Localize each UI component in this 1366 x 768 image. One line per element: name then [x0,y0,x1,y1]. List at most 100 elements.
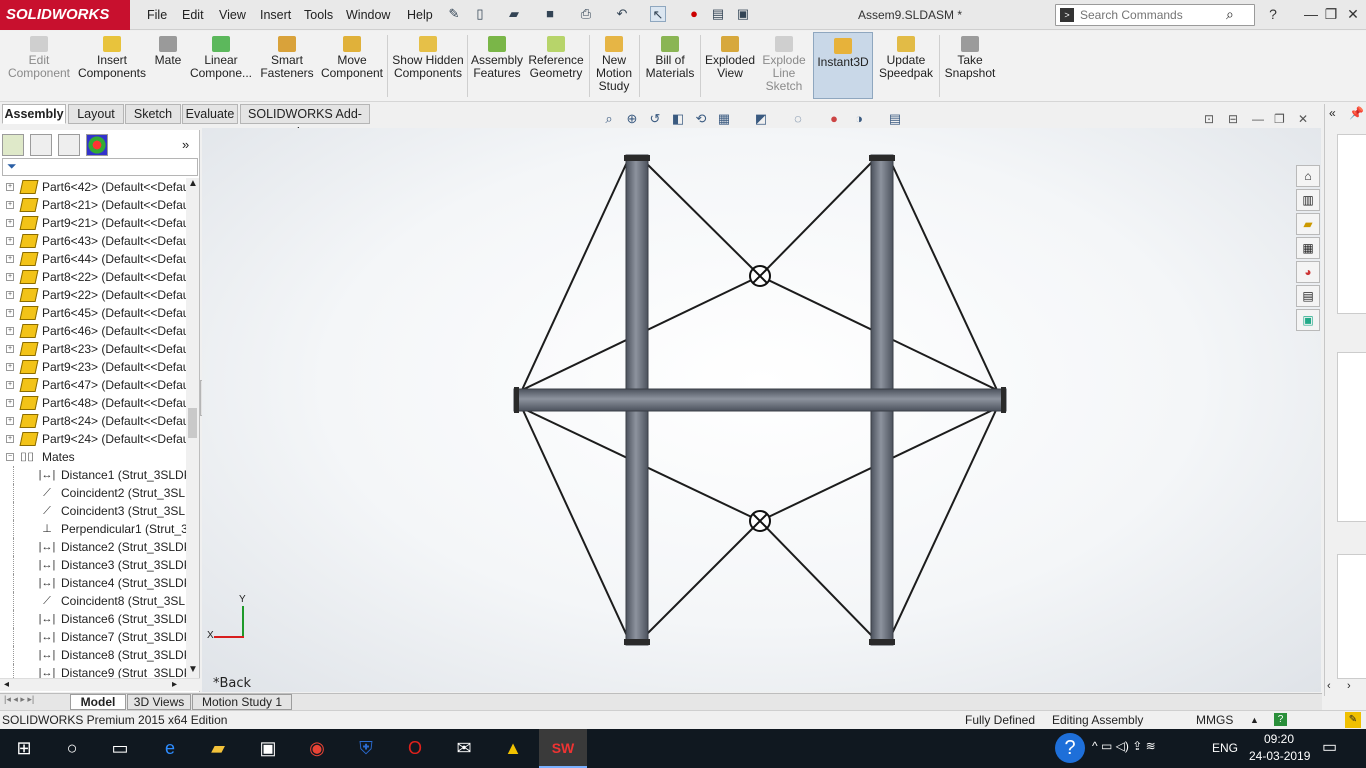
view-palette-icon[interactable]: ▦ [1296,237,1320,259]
tree-item-mate[interactable]: |↔| Distance8 (Strut_3SLDPF [0,646,186,664]
expand-icon[interactable]: + [6,237,14,245]
tree-item-part[interactable]: + Part8<22> (Default<<Defau [0,268,186,286]
expand-icon[interactable]: + [6,291,14,299]
tree-item-mate[interactable]: |↔| Distance2 (Strut_3SLDPF [0,538,186,556]
tree-item-part[interactable]: + Part6<45> (Default<<Defau [0,304,186,322]
hide-show-items-icon[interactable]: ◌ [789,110,807,128]
dynamic-annotation-icon[interactable]: ⟲ [692,110,710,128]
take-snapshot-button[interactable]: Take Snapshot [942,31,998,101]
search-input[interactable] [1080,7,1226,23]
tree-item-mate[interactable]: ⟋ Coincident2 (Strut_3SLD [0,484,186,502]
instant3d-button[interactable]: Instant3D [813,32,873,99]
viewport-minimize-icon[interactable]: — [1252,112,1264,126]
tab-sketch[interactable]: Sketch [125,104,181,124]
previous-view-icon[interactable]: ↺ [646,110,664,128]
clock-time[interactable]: 09:20 [1264,732,1294,746]
scroll-right-icon[interactable]: ▸ [172,679,177,690]
tree-item-part[interactable]: + Part9<23> (Default<<Defau [0,358,186,376]
expand-icon[interactable]: + [6,273,14,281]
tree-item-mate[interactable]: |↔| Distance7 (Strut_3SLDPF [0,628,186,646]
tree-item-mates-folder[interactable]: − ⌷⌷ Mates [0,448,186,466]
scroll-left-icon[interactable]: ◂ [4,679,9,690]
print-icon[interactable]: ⎙ [578,6,594,22]
tree-item-mate[interactable]: ⟋ Coincident8 (Strut_3SLD [0,592,186,610]
solidworks-resources-icon[interactable]: ⌂ [1296,165,1320,187]
file-explorer-taskbar-icon[interactable]: ▰ [194,729,242,768]
split-view-icon[interactable]: ⊡ [1204,112,1214,126]
expand-icon[interactable]: + [6,363,14,371]
units-dropdown-icon[interactable]: ▲ [1250,711,1259,729]
tree-item-part[interactable]: + Part8<21> (Default<<Defau [0,196,186,214]
new-document-icon[interactable]: ▯ [472,6,488,22]
rebuild-icon[interactable]: ● [686,6,702,22]
zoom-to-area-icon[interactable]: ⊕ [623,110,641,128]
menu-file[interactable]: File [140,0,174,30]
property-manager-tab-icon[interactable] [30,134,52,156]
tree-item-part[interactable]: + Part9<21> (Default<<Defau [0,214,186,232]
scroll-right-icon[interactable]: › [1347,680,1351,692]
tree-item-part[interactable]: + Part6<42> (Default<<Defau [0,178,186,196]
scroll-down-icon[interactable]: ▼ [188,664,198,675]
file-explorer-icon[interactable]: ▰ [1296,213,1320,235]
search-commands-box[interactable]: > ⌕ [1055,4,1255,26]
minimize-icon[interactable]: — [1300,4,1322,24]
strut-horizontal[interactable] [513,388,1007,412]
explode-line-sketch-button[interactable]: Explode Line Sketch [759,31,809,101]
display-style-icon[interactable]: ◩ [752,110,770,128]
zoom-to-fit-icon[interactable]: ⌕ [600,110,618,128]
tab-model[interactable]: Model [70,694,126,710]
store-icon[interactable]: ▣ [244,729,292,768]
expand-icon[interactable]: + [6,255,14,263]
opera-icon[interactable]: O [391,729,439,768]
custom-properties-icon[interactable]: ▤ [1296,285,1320,307]
tree-horizontal-scrollbar[interactable]: ◂ ▸ [0,678,200,691]
move-component-button[interactable]: Move Component [320,31,384,101]
expand-icon[interactable]: + [6,417,14,425]
expand-icon[interactable]: + [6,399,14,407]
tree-item-mate[interactable]: |↔| Distance9 (Strut_3SLDPF [0,664,186,678]
configuration-manager-tab-icon[interactable] [58,134,80,156]
assembly-features-button[interactable]: Assembly Features [470,31,524,101]
tab-scroll-icons[interactable]: |◂ ◂ ▸ ▸| [4,694,34,705]
tree-item-part[interactable]: + Part6<48> (Default<<Defau [0,394,186,412]
link-views-icon[interactable]: ⊟ [1228,112,1238,126]
expand-icon[interactable]: + [6,327,14,335]
search-icon[interactable]: ⌕ [1226,6,1234,23]
save-icon[interactable]: ■ [542,6,558,22]
insert-components-button[interactable]: Insert Components [76,31,148,101]
tree-item-mate[interactable]: |↔| Distance1 (Strut_3SLDPF [0,466,186,484]
mate-button[interactable]: Mate [150,31,186,101]
tree-item-part[interactable]: + Part9<22> (Default<<Defau [0,286,186,304]
viewport-close-icon[interactable]: ✕ [1298,112,1308,126]
filter-icon[interactable]: ⏷ [7,159,17,174]
language-indicator[interactable]: ENG [1212,741,1238,755]
restore-icon[interactable]: ❐ [1320,4,1342,24]
tree-item-mate[interactable]: ⊥ Perpendicular1 (Strut_3S [0,520,186,538]
tab-motion-study[interactable]: Motion Study 1 [192,694,292,710]
menu-insert[interactable]: Insert [253,0,298,30]
tree-item-part[interactable]: + Part6<43> (Default<<Defau [0,232,186,250]
new-motion-study-button[interactable]: New Motion Study [592,31,636,101]
expand-icon[interactable]: + [6,183,14,191]
viewport-restore-icon[interactable]: ❐ [1274,112,1285,126]
options-icon[interactable]: ▣ [735,6,751,22]
linear-component-pattern-button[interactable]: Linear Compone... [188,31,254,101]
help-icon[interactable]: ? [1262,4,1284,24]
tree-item-part[interactable]: + Part8<24> (Default<<Defau [0,412,186,430]
menu-view[interactable]: View [212,0,253,30]
apply-scene-icon[interactable]: ◑ [850,110,868,128]
graphics-area[interactable]: Y X *Back [202,128,1321,692]
scroll-thumb[interactable] [188,408,197,438]
chrome-icon[interactable]: ◉ [293,729,341,768]
tree-item-part[interactable]: + Part9<24> (Default<<Defau [0,430,186,448]
expand-icon[interactable]: + [6,219,14,227]
close-icon[interactable]: ✕ [1342,4,1364,24]
tab-evaluate[interactable]: Evaluate [182,104,238,124]
expand-icon[interactable]: + [6,309,14,317]
unit-system[interactable]: MMGS [1196,711,1233,729]
expand-icon[interactable]: + [6,435,14,443]
task-view-icon[interactable]: ▭ [96,729,144,768]
mail-icon[interactable]: ✉ [440,729,488,768]
smart-fasteners-button[interactable]: Smart Fasteners [256,31,318,101]
autocad-icon[interactable]: ▲ [489,729,537,768]
